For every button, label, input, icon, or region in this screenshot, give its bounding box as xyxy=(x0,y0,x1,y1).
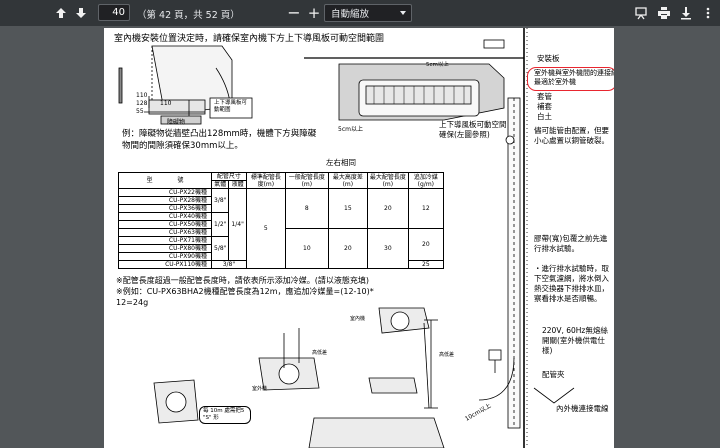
arrow-down-icon xyxy=(76,8,86,18)
header-model-left: 型 xyxy=(146,177,153,184)
putty-label: 補套 xyxy=(537,102,552,111)
table-model-cell: CU-PX90機種 xyxy=(118,252,212,261)
table-gas-cell: 5/8" xyxy=(210,236,230,261)
height-difference-label-2: 高低差 xyxy=(439,352,455,358)
header-add-refrigerant: 追加冷媒(g/m) xyxy=(407,172,444,189)
present-icon xyxy=(635,7,647,20)
outdoor-cable-label: 內外機連接電線 xyxy=(556,404,609,413)
white-tape-label: 白土 xyxy=(537,112,552,121)
page-count-label: （第 42 頁，共 52 頁） xyxy=(137,10,240,21)
more-vertical-icon xyxy=(706,7,710,19)
table-max-height-cell: 20 xyxy=(327,228,368,269)
tape-drain-note: 膠帶(寬)包覆之前先進行排水試驗。 xyxy=(534,234,608,253)
header-model: 型 號 xyxy=(118,172,212,189)
clearance-label-top: 5cm以上 xyxy=(426,62,449,68)
minus-icon: − xyxy=(287,3,301,22)
louver-space-label: 上下導風板可動空間確保(左圖參照) xyxy=(439,120,507,139)
table-add-refrigerant-cell: 12 xyxy=(407,188,444,229)
s-loop-note: 每 10m 處需把5 "S" 形 xyxy=(199,406,251,424)
zoom-in-button[interactable]: + xyxy=(305,4,323,22)
print-icon xyxy=(658,7,670,19)
download-button[interactable] xyxy=(677,4,695,22)
pipe-note-2: ※例如：CU-PX63BHA2機種配管長度為12m，應追加冷媒量=(12-10)… xyxy=(116,287,374,307)
header-std-length: 標準配管長度(m) xyxy=(245,172,286,189)
arrow-up-icon xyxy=(56,8,66,18)
refrigerant-specs-table: 型 號 配管尺寸 標準配管長度(m) 一般配管長度(m) 最大高度差(m) 最大… xyxy=(118,172,444,269)
plus-icon: + xyxy=(307,3,321,22)
red-note-label: 室外機與室外機間的連接線最適於室外機 xyxy=(534,69,614,86)
dimension-value-3: 110 xyxy=(160,100,172,107)
pdf-toolbar: （第 42 頁，共 52 頁） − + 自動縮放 xyxy=(0,0,720,26)
table-std-length-cell: 5 xyxy=(245,188,286,269)
table-liquid-cell: 1/4" xyxy=(228,188,247,261)
header-general-length: 一般配管長度(m) xyxy=(284,172,329,189)
pipe-length-notes: ※配管長度超過一般配管長度時，請依表所示添加冷媒。(請以液態充填) ※例如：CU… xyxy=(116,275,386,308)
chevron-down-icon xyxy=(400,11,406,15)
zoom-out-button[interactable]: − xyxy=(285,4,303,22)
table-model-cell: CU-PX110機種 xyxy=(118,260,212,269)
dimension-value-2: 128 xyxy=(136,100,148,107)
clearance-label-left: 5cm以上 xyxy=(338,126,363,133)
dimension-value-1: 110 xyxy=(136,92,148,99)
zoom-select-value: 自動縮放 xyxy=(331,9,370,20)
example-note: 例：障礙物從牆壁凸出128mm時，機體下方與障礙物間的間隙須確保30mm以上。 xyxy=(122,129,317,151)
header-liquid: 液體 xyxy=(228,180,247,189)
table-gas-cell: 3/8" xyxy=(211,260,247,269)
table-gas-cell: 3/8" xyxy=(210,188,230,213)
table-model-cell: CU-PX22機種 xyxy=(118,188,212,197)
table-model-cell: CU-PX80機種 xyxy=(118,244,212,253)
next-page-button[interactable] xyxy=(72,4,90,22)
table-model-cell: CU-PX50機種 xyxy=(118,220,212,229)
header-max-length: 最大配管長度(m) xyxy=(366,172,409,189)
print-button[interactable] xyxy=(655,4,673,22)
table-model-cell: CU-PX36機種 xyxy=(118,204,212,213)
table-general-length-cell: 8 xyxy=(284,188,329,229)
table-gas-cell: 1/2" xyxy=(210,212,230,237)
table-model-cell: CU-PX63機種 xyxy=(118,228,212,237)
pipe-note-1: ※配管長度超過一般配管長度時，請依表所示添加冷媒。(請以液態充填) xyxy=(116,276,369,285)
present-button[interactable] xyxy=(632,4,650,22)
obstacle-label: 障礙物 xyxy=(167,119,186,126)
more-menu-button[interactable] xyxy=(699,4,717,22)
table-model-cell: CU-PX40機種 xyxy=(118,212,212,221)
airflow-box-label: 上下導風板可動範圍 xyxy=(214,100,248,113)
dimension-value-4: 55 xyxy=(136,108,144,115)
page-number-input[interactable] xyxy=(98,4,130,21)
drain-test-note: ・進行排水試驗時，取下空氣濾網，將水倒入熱交換器下排排水皿，察看排水是否順暢。 xyxy=(534,264,609,303)
table-add-refrigerant-cell: 20 xyxy=(407,228,444,261)
table-max-length-cell: 20 xyxy=(366,188,409,229)
previous-page-button[interactable] xyxy=(52,4,70,22)
indoor-unit-label: 室內機 xyxy=(350,316,366,322)
install-plate-label: 安裝板 xyxy=(537,54,560,63)
table-max-length-cell: 30 xyxy=(366,228,409,269)
pipe-clamp-label: 配管夾 xyxy=(542,370,565,379)
table-general-length-cell: 10 xyxy=(284,228,329,269)
table-max-height-cell: 15 xyxy=(327,188,368,229)
zoom-select[interactable]: 自動縮放 xyxy=(324,4,412,22)
header-pipe-size: 配管尺寸 xyxy=(211,172,247,181)
lr-direction-label: 左右相同 xyxy=(326,158,356,167)
outdoor-unit-label: 室外機 xyxy=(252,386,268,392)
download-icon xyxy=(681,7,691,20)
table-model-cell: CU-PX71機種 xyxy=(118,236,212,245)
table-add-refrigerant-cell: 25 xyxy=(407,260,444,269)
header-max-height: 最大高度差(m) xyxy=(327,172,368,189)
sleeve-label: 套管 xyxy=(537,92,552,101)
power-supply-note: 220V, 60Hz無熔絲開關(室外機供電仕樣) xyxy=(542,326,608,355)
pipe-handling-note: 儘可能管由配置，但要小心處置以銅管破裂。 xyxy=(534,126,609,145)
header-gas: 氣體 xyxy=(210,180,230,189)
document-page: 室內機安裝位置決定時，請確保室內機下方上下導風板可動空間範圍 110 128 1… xyxy=(104,28,614,448)
table-model-cell: CU-PX28機種 xyxy=(118,196,212,205)
header-model-right: 號 xyxy=(177,177,184,184)
height-difference-label-1: 高低差 xyxy=(312,350,328,356)
